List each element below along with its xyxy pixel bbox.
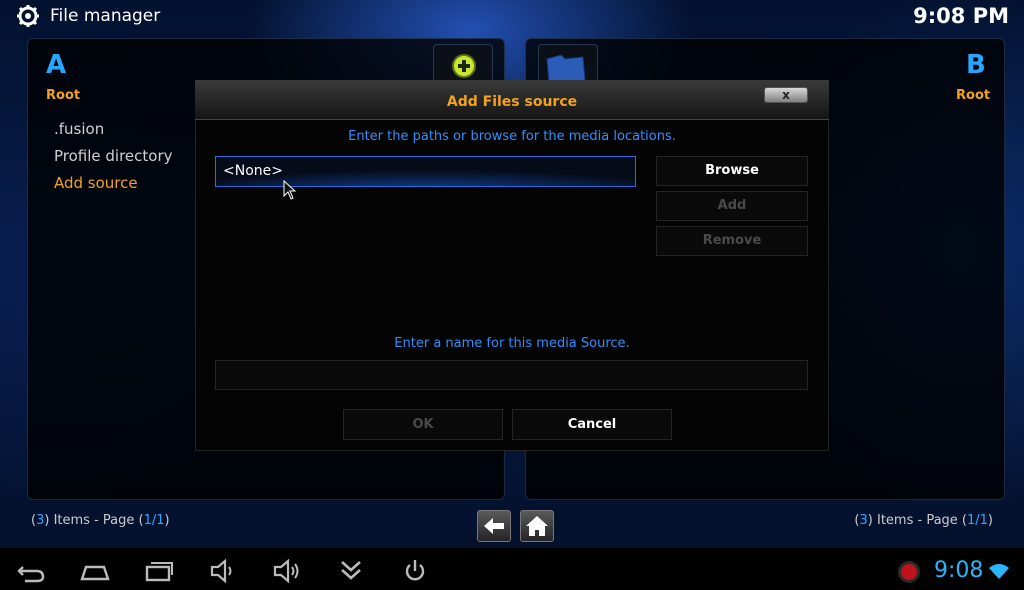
folder-icon xyxy=(546,54,586,84)
android-back-icon[interactable] xyxy=(15,557,47,585)
wifi-icon xyxy=(989,564,1009,579)
path-input[interactable]: <None> xyxy=(215,156,636,187)
items-count-left: (3) Items - Page (1/1) xyxy=(31,513,170,528)
volume-up-icon[interactable] xyxy=(271,557,303,585)
page-indicator: 1/1 xyxy=(143,513,165,528)
back-arrow-icon xyxy=(484,518,504,534)
panel-b-location: Root xyxy=(956,88,991,103)
gear-icon xyxy=(17,5,39,27)
paths-instructions: Enter the paths or browse for the media … xyxy=(348,129,676,144)
page-indicator: 1/1 xyxy=(967,513,988,528)
folder-tile[interactable] xyxy=(538,44,598,84)
items-page-text: Items - Page xyxy=(49,513,139,528)
add-source-tile[interactable] xyxy=(433,44,493,84)
app-title: File manager xyxy=(50,6,161,26)
home-icon xyxy=(526,516,548,536)
ok-button[interactable]: OK xyxy=(343,409,503,440)
mouse-cursor-icon xyxy=(283,180,297,200)
close-button[interactable]: x xyxy=(764,87,808,103)
item-count: 3 xyxy=(859,513,868,528)
list-item-fusion[interactable]: .fusion xyxy=(54,120,104,138)
android-home-icon[interactable] xyxy=(79,557,111,585)
power-icon[interactable] xyxy=(399,557,431,585)
back-button[interactable] xyxy=(477,510,511,542)
items-count-right: (3) Items - Page (1/1) xyxy=(854,513,993,528)
items-page-text: Items - Page xyxy=(872,513,962,528)
add-circle-icon xyxy=(452,54,476,78)
add-path-button[interactable]: Add xyxy=(656,191,808,221)
panel-a-location: Root xyxy=(46,88,81,103)
panel-a-letter: A xyxy=(46,50,67,80)
volume-down-icon[interactable] xyxy=(207,557,239,585)
clock: 9:08 PM xyxy=(913,4,1009,28)
collapse-icon[interactable] xyxy=(335,557,367,585)
panel-b-letter: B xyxy=(966,50,986,80)
name-instructions: Enter a name for this media Source. xyxy=(394,336,630,351)
item-count: 3 xyxy=(36,513,45,528)
home-button[interactable] xyxy=(520,510,554,542)
list-item-add-source[interactable]: Add source xyxy=(54,174,138,192)
record-icon[interactable] xyxy=(897,560,921,584)
recent-apps-icon[interactable] xyxy=(143,557,175,585)
system-clock: 9:08 xyxy=(934,558,984,583)
browse-button[interactable]: Browse xyxy=(656,156,808,186)
source-name-input[interactable] xyxy=(215,360,808,390)
remove-path-button[interactable]: Remove xyxy=(656,226,808,256)
dialog-title: Add Files source xyxy=(446,94,578,110)
cancel-button[interactable]: Cancel xyxy=(512,409,672,440)
close-icon: x xyxy=(782,88,790,102)
list-item-profile-directory[interactable]: Profile directory xyxy=(54,147,173,165)
